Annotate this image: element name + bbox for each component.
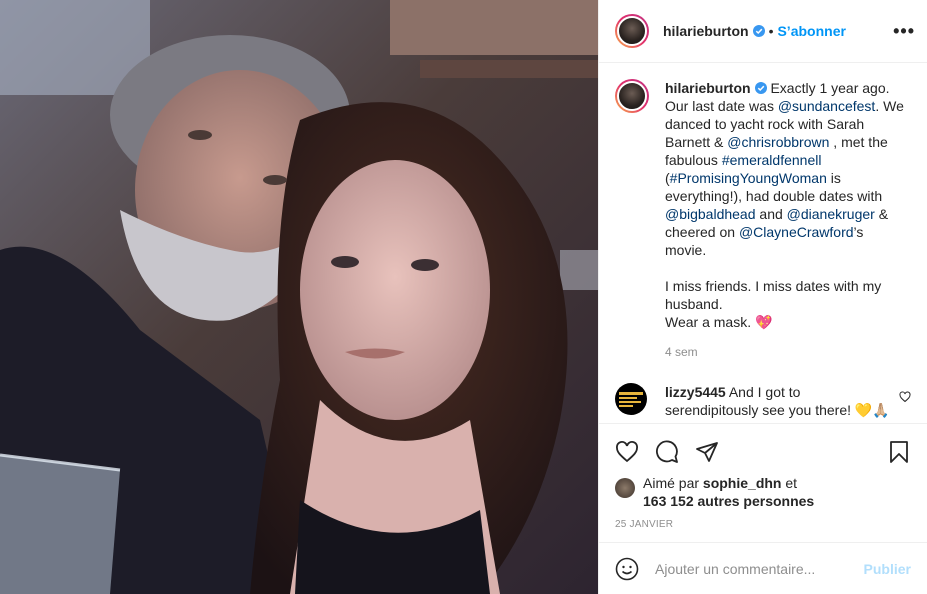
- like-comment-heart-icon[interactable]: [899, 391, 911, 403]
- caption-body: Exactly 1 year ago. Our last date was @s…: [665, 80, 904, 258]
- follow-button[interactable]: S’abonner: [777, 23, 845, 39]
- post-date[interactable]: 25 JANVIER: [615, 519, 911, 530]
- heart-icon[interactable]: [615, 440, 639, 464]
- post-side-panel: hilarieburton • S’abonner ••• hilariebur…: [598, 0, 927, 594]
- liked-by-prefix: Aimé par: [643, 475, 703, 491]
- header-separator: •: [768, 23, 774, 39]
- verified-badge-icon: [754, 82, 767, 94]
- likes-summary: Aimé par sophie_dhn et 163 152 autres pe…: [615, 474, 911, 510]
- caption-paragraph-2-line-2: Wear a mask. 💖: [665, 314, 773, 330]
- more-options-icon[interactable]: •••: [893, 22, 915, 40]
- publish-button[interactable]: Publier: [864, 561, 911, 577]
- caption-link[interactable]: @sundancefest: [778, 98, 876, 114]
- caption-author-avatar[interactable]: [615, 79, 649, 113]
- add-comment-bar: Publier: [599, 542, 927, 594]
- caption-paragraph-2-line-1: I miss friends. I miss dates with my hus…: [665, 278, 882, 312]
- post-caption: hilarieburton Exactly 1 year ago. Our la…: [615, 79, 911, 361]
- save-bookmark-icon[interactable]: [887, 440, 911, 464]
- post-header: hilarieburton • S’abonner •••: [599, 0, 927, 63]
- action-icons: [615, 432, 911, 472]
- comment-input[interactable]: [655, 560, 864, 577]
- liked-by-username[interactable]: sophie_dhn: [703, 475, 782, 491]
- likes-text: Aimé par sophie_dhn et 163 152 autres pe…: [643, 474, 814, 510]
- author-username[interactable]: hilarieburton: [663, 23, 749, 39]
- comments-section: hilarieburton Exactly 1 year ago. Our la…: [599, 63, 927, 423]
- liked-by-and: et: [781, 475, 798, 491]
- comment-text: lizzy5445 And I got to serendipitously s…: [665, 383, 897, 419]
- photo-illustration: [0, 0, 598, 594]
- caption-text: hilarieburton Exactly 1 year ago. Our la…: [665, 79, 905, 361]
- share-icon[interactable]: [695, 440, 719, 464]
- liker-avatar[interactable]: [615, 478, 635, 498]
- caption-link[interactable]: @ClayneCrawford: [739, 224, 854, 240]
- others-likes-link[interactable]: 163 152 autres personnes: [643, 493, 814, 509]
- comment-icon[interactable]: [655, 440, 679, 464]
- commenter-avatar-logo: [619, 392, 643, 407]
- caption-text-segment: and: [755, 206, 787, 222]
- commenter-avatar[interactable]: [615, 383, 647, 415]
- caption-link[interactable]: @dianekruger: [787, 206, 875, 222]
- caption-link[interactable]: @chrisrobbrown: [727, 134, 829, 150]
- author-avatar[interactable]: [615, 14, 649, 48]
- verified-badge-icon: [752, 25, 765, 37]
- caption-username[interactable]: hilarieburton: [665, 80, 751, 96]
- caption-timestamp[interactable]: 4 sem: [665, 343, 905, 361]
- emoji-icon[interactable]: [615, 557, 639, 581]
- post-photo[interactable]: [0, 0, 598, 594]
- post-actions: Aimé par sophie_dhn et 163 152 autres pe…: [599, 423, 927, 542]
- post-dialog: hilarieburton • S’abonner ••• hilariebur…: [0, 0, 927, 594]
- caption-link[interactable]: #PromisingYoungWoman: [670, 170, 827, 186]
- caption-link[interactable]: @bigbaldhead: [665, 206, 756, 222]
- comment-item: lizzy5445 And I got to serendipitously s…: [615, 383, 911, 419]
- comment-username[interactable]: lizzy5445: [665, 384, 726, 400]
- caption-link[interactable]: #emeraldfennell: [722, 152, 822, 168]
